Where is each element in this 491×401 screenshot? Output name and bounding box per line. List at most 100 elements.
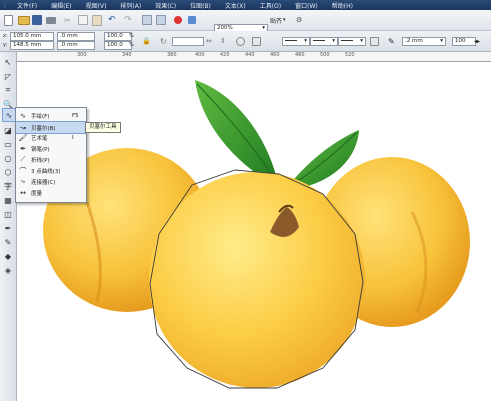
mirror-vertical-icon[interactable]: ⇕	[220, 35, 226, 47]
menu-text[interactable]: 文本(X)	[218, 1, 253, 10]
lock-ratio-icon[interactable]: 🔒	[142, 35, 151, 47]
menu-effects[interactable]: 效果(C)	[148, 1, 183, 10]
outline-pen-icon[interactable]: ✎	[388, 35, 395, 47]
flyout-item-label: 钢笔(P)	[31, 146, 50, 153]
smart-fill-tool-icon[interactable]: ◪	[2, 124, 14, 136]
mirror-horizontal-icon[interactable]: ⇔	[206, 35, 212, 47]
copy-icon[interactable]	[78, 14, 88, 26]
flyout-item-freehand[interactable]: ∿ 手绘(F) F5	[16, 110, 86, 121]
end-arrowhead-select[interactable]: ▾	[338, 37, 366, 46]
y-position-value: 148.5 mm	[13, 42, 42, 48]
horizontal-ruler[interactable]: 300 340 380 400 420 440 460 480 500 520	[17, 52, 491, 62]
export-icon[interactable]	[156, 14, 166, 26]
application-launcher-icon[interactable]	[174, 14, 182, 26]
wrap-text-icon[interactable]	[370, 35, 379, 47]
start-arrowhead-select[interactable]: ▾	[282, 37, 310, 46]
flyout-item-label: 3 点曲线(3)	[31, 168, 61, 175]
rotation-field[interactable]	[172, 37, 204, 46]
outline-tool-icon[interactable]: ✎	[2, 236, 14, 248]
y-position-field[interactable]: 148.5 mm	[10, 41, 54, 50]
menu-window[interactable]: 窗口(W)	[288, 1, 325, 10]
ruler-tick-label: 380	[167, 52, 177, 58]
options-icon[interactable]: ⚙	[296, 14, 302, 26]
ruler-tick-label: 340	[122, 52, 132, 58]
ellipse-tool-icon[interactable]: ○	[2, 152, 14, 164]
line-style-select[interactable]: ▾	[310, 37, 338, 46]
artistic-media-icon: 🖌	[18, 133, 28, 142]
line-style-icon	[285, 40, 297, 41]
width-field[interactable]: .0 mm	[57, 32, 95, 41]
bezier-icon: ↝	[20, 123, 26, 132]
height-field[interactable]: .0 mm	[57, 41, 95, 50]
undo-icon[interactable]: ↶	[108, 14, 116, 26]
open-icon[interactable]	[18, 14, 30, 26]
import-icon[interactable]	[142, 14, 152, 26]
curve-tools-icon[interactable]	[252, 35, 261, 47]
rotation-icon[interactable]: ↻	[160, 35, 167, 47]
fill-tool-icon[interactable]: ◆	[2, 250, 14, 262]
height-value: .0 mm	[60, 42, 78, 48]
freehand-icon: ∿	[20, 111, 26, 120]
three-point-curve-icon: ⌒	[19, 166, 27, 175]
flyout-item-3-point-curve[interactable]: ⌒ 3 点曲线(3)	[16, 165, 86, 176]
flyout-item-dimension[interactable]: ↔ 度量	[16, 187, 86, 198]
scale-x-field[interactable]: 100.0	[104, 32, 132, 41]
save-icon[interactable]	[32, 14, 42, 26]
scale-y-unit: %	[129, 42, 134, 48]
menu-view[interactable]: 视图(V)	[79, 1, 114, 10]
pick-tool-icon[interactable]: ↖	[2, 56, 14, 68]
scale-y-value: 100.0	[107, 42, 123, 48]
table-tool-icon[interactable]: ▦	[2, 194, 14, 206]
flyout-item-pen[interactable]: ✒ 钢笔(P)	[16, 143, 86, 154]
paste-icon[interactable]	[92, 14, 102, 26]
front-peach	[149, 172, 365, 388]
ruler-tick-label: 520	[345, 52, 355, 58]
snap-to-button[interactable]: 贴齐 ▾	[270, 14, 286, 26]
menu-arrange[interactable]: 排列(A)	[113, 1, 148, 10]
x-position-field[interactable]: 105.0 mm	[10, 32, 54, 41]
eyedropper-tool-icon[interactable]: ✒	[2, 222, 14, 234]
flyout-item-artistic-media[interactable]: 🖌 艺术笔 I	[16, 132, 86, 143]
drawing-canvas[interactable]	[17, 62, 491, 401]
snap-to-label: 贴齐	[270, 17, 283, 25]
scale-x-value: 100.0	[107, 33, 123, 39]
welcome-screen-icon[interactable]	[188, 14, 196, 26]
rectangle-tool-icon[interactable]: ▭	[2, 138, 14, 150]
scale-y-field[interactable]: 100.0	[104, 41, 132, 50]
flyout-item-connector[interactable]: ⤷ 连接器(C)	[16, 176, 86, 187]
pen-icon: ✒	[20, 144, 26, 153]
interactive-tool-icon[interactable]: ◫	[2, 208, 14, 220]
print-icon[interactable]	[46, 14, 56, 26]
menu-tools[interactable]: 工具(O)	[253, 1, 288, 10]
new-icon[interactable]	[4, 14, 13, 26]
dimension-icon: ↔	[20, 188, 26, 197]
menu-edit[interactable]: 编辑(E)	[44, 1, 78, 10]
curve-tool-flyout: ∿ 手绘(F) F5 ↝ 贝塞尔(B) 🖌 艺术笔 I ✒ 钢笔(P) ⟋ 折线…	[15, 107, 87, 203]
flyout-item-polyline[interactable]: ⟋ 折线(P)	[16, 154, 86, 165]
left-leaf	[195, 80, 279, 187]
menu-file[interactable]: 文件(F)	[10, 1, 44, 10]
cut-icon[interactable]: ✂	[64, 14, 71, 26]
outline-width-select[interactable]: .2 mm ▾	[402, 37, 446, 46]
smoothing-slider-icon[interactable]: ◂▸	[474, 35, 480, 47]
smoothing-field[interactable]: 100	[452, 37, 476, 46]
flyout-item-shortcut: I	[72, 134, 74, 141]
close-curve-icon[interactable]	[236, 35, 245, 47]
peach-artwork	[43, 80, 470, 389]
x-position-value: 105.0 mm	[13, 33, 42, 39]
property-bar: x: 105.0 mm y: 148.5 mm .0 mm .0 mm 100.…	[0, 31, 491, 52]
polygon-tool-icon[interactable]: ⬡	[2, 166, 14, 178]
ruler-tick-label: 460	[270, 52, 280, 58]
menu-help[interactable]: 帮助(H)	[325, 1, 360, 10]
redo-icon[interactable]: ↷	[124, 14, 132, 26]
text-tool-icon[interactable]: 字	[2, 180, 14, 192]
menu-bitmaps[interactable]: 位图(B)	[183, 1, 218, 10]
ruler-tick-label: 440	[245, 52, 255, 58]
interactive-fill-tool-icon[interactable]: ◈	[2, 264, 14, 276]
flyout-item-shortcut: F5	[72, 112, 79, 119]
bezier-tool-tooltip: 贝塞尔工具	[85, 122, 121, 133]
crop-tool-icon[interactable]: ⌗	[2, 84, 14, 96]
shape-tool-icon[interactable]: ◸	[2, 70, 14, 82]
curve-tool-icon[interactable]: ∿	[2, 108, 16, 122]
smoothing-value: 100	[455, 38, 466, 44]
